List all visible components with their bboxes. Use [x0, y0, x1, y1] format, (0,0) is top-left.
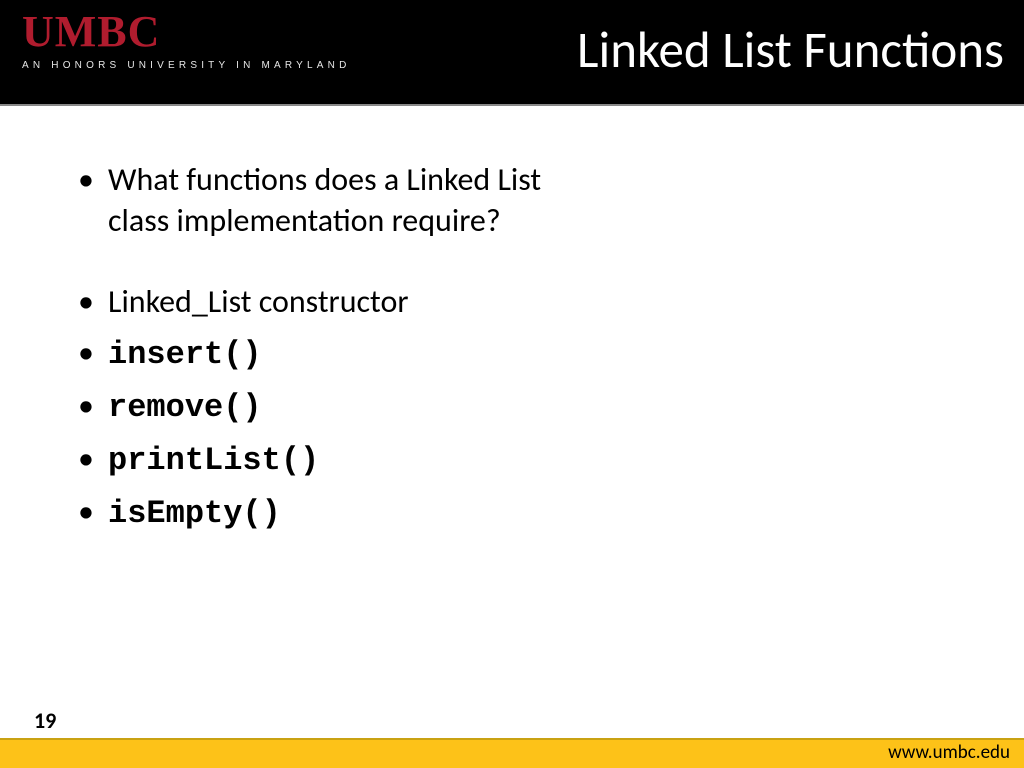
slide-footer: www.umbc.edu: [0, 738, 1024, 768]
bullet-isempty: isEmpty(): [70, 492, 964, 535]
slide-body: What functions does a Linked List class …: [70, 160, 964, 545]
question-line1: What functions does a Linked List: [108, 160, 541, 199]
spacer: [70, 252, 964, 282]
constructor-text: Linked_List constructor: [108, 282, 408, 321]
bullet-constructor: Linked_List constructor: [70, 282, 964, 323]
slide: UMBC AN HONORS UNIVERSITY IN MARYLAND Li…: [0, 0, 1024, 768]
insert-text: insert(): [108, 336, 262, 373]
bullet-printlist: printList(): [70, 439, 964, 482]
page-number: 19: [34, 707, 56, 734]
footer-url: www.umbc.edu: [888, 741, 1010, 764]
umbc-logo: UMBC AN HONORS UNIVERSITY IN MARYLAND: [22, 10, 351, 71]
bullet-insert: insert(): [70, 333, 964, 376]
printlist-text: printList(): [108, 442, 319, 479]
logo-text: UMBC: [22, 10, 351, 54]
question-line2: class implementation require?: [108, 201, 501, 240]
bullet-question: What functions does a Linked List class …: [70, 160, 964, 242]
bullet-remove: remove(): [70, 386, 964, 429]
logo-subtitle: AN HONORS UNIVERSITY IN MARYLAND: [22, 60, 351, 71]
isempty-text: isEmpty(): [108, 495, 281, 532]
slide-header: UMBC AN HONORS UNIVERSITY IN MARYLAND Li…: [0, 0, 1024, 104]
slide-title: Linked List Functions: [577, 18, 1004, 81]
header-divider: [0, 104, 1024, 106]
remove-text: remove(): [108, 389, 262, 426]
